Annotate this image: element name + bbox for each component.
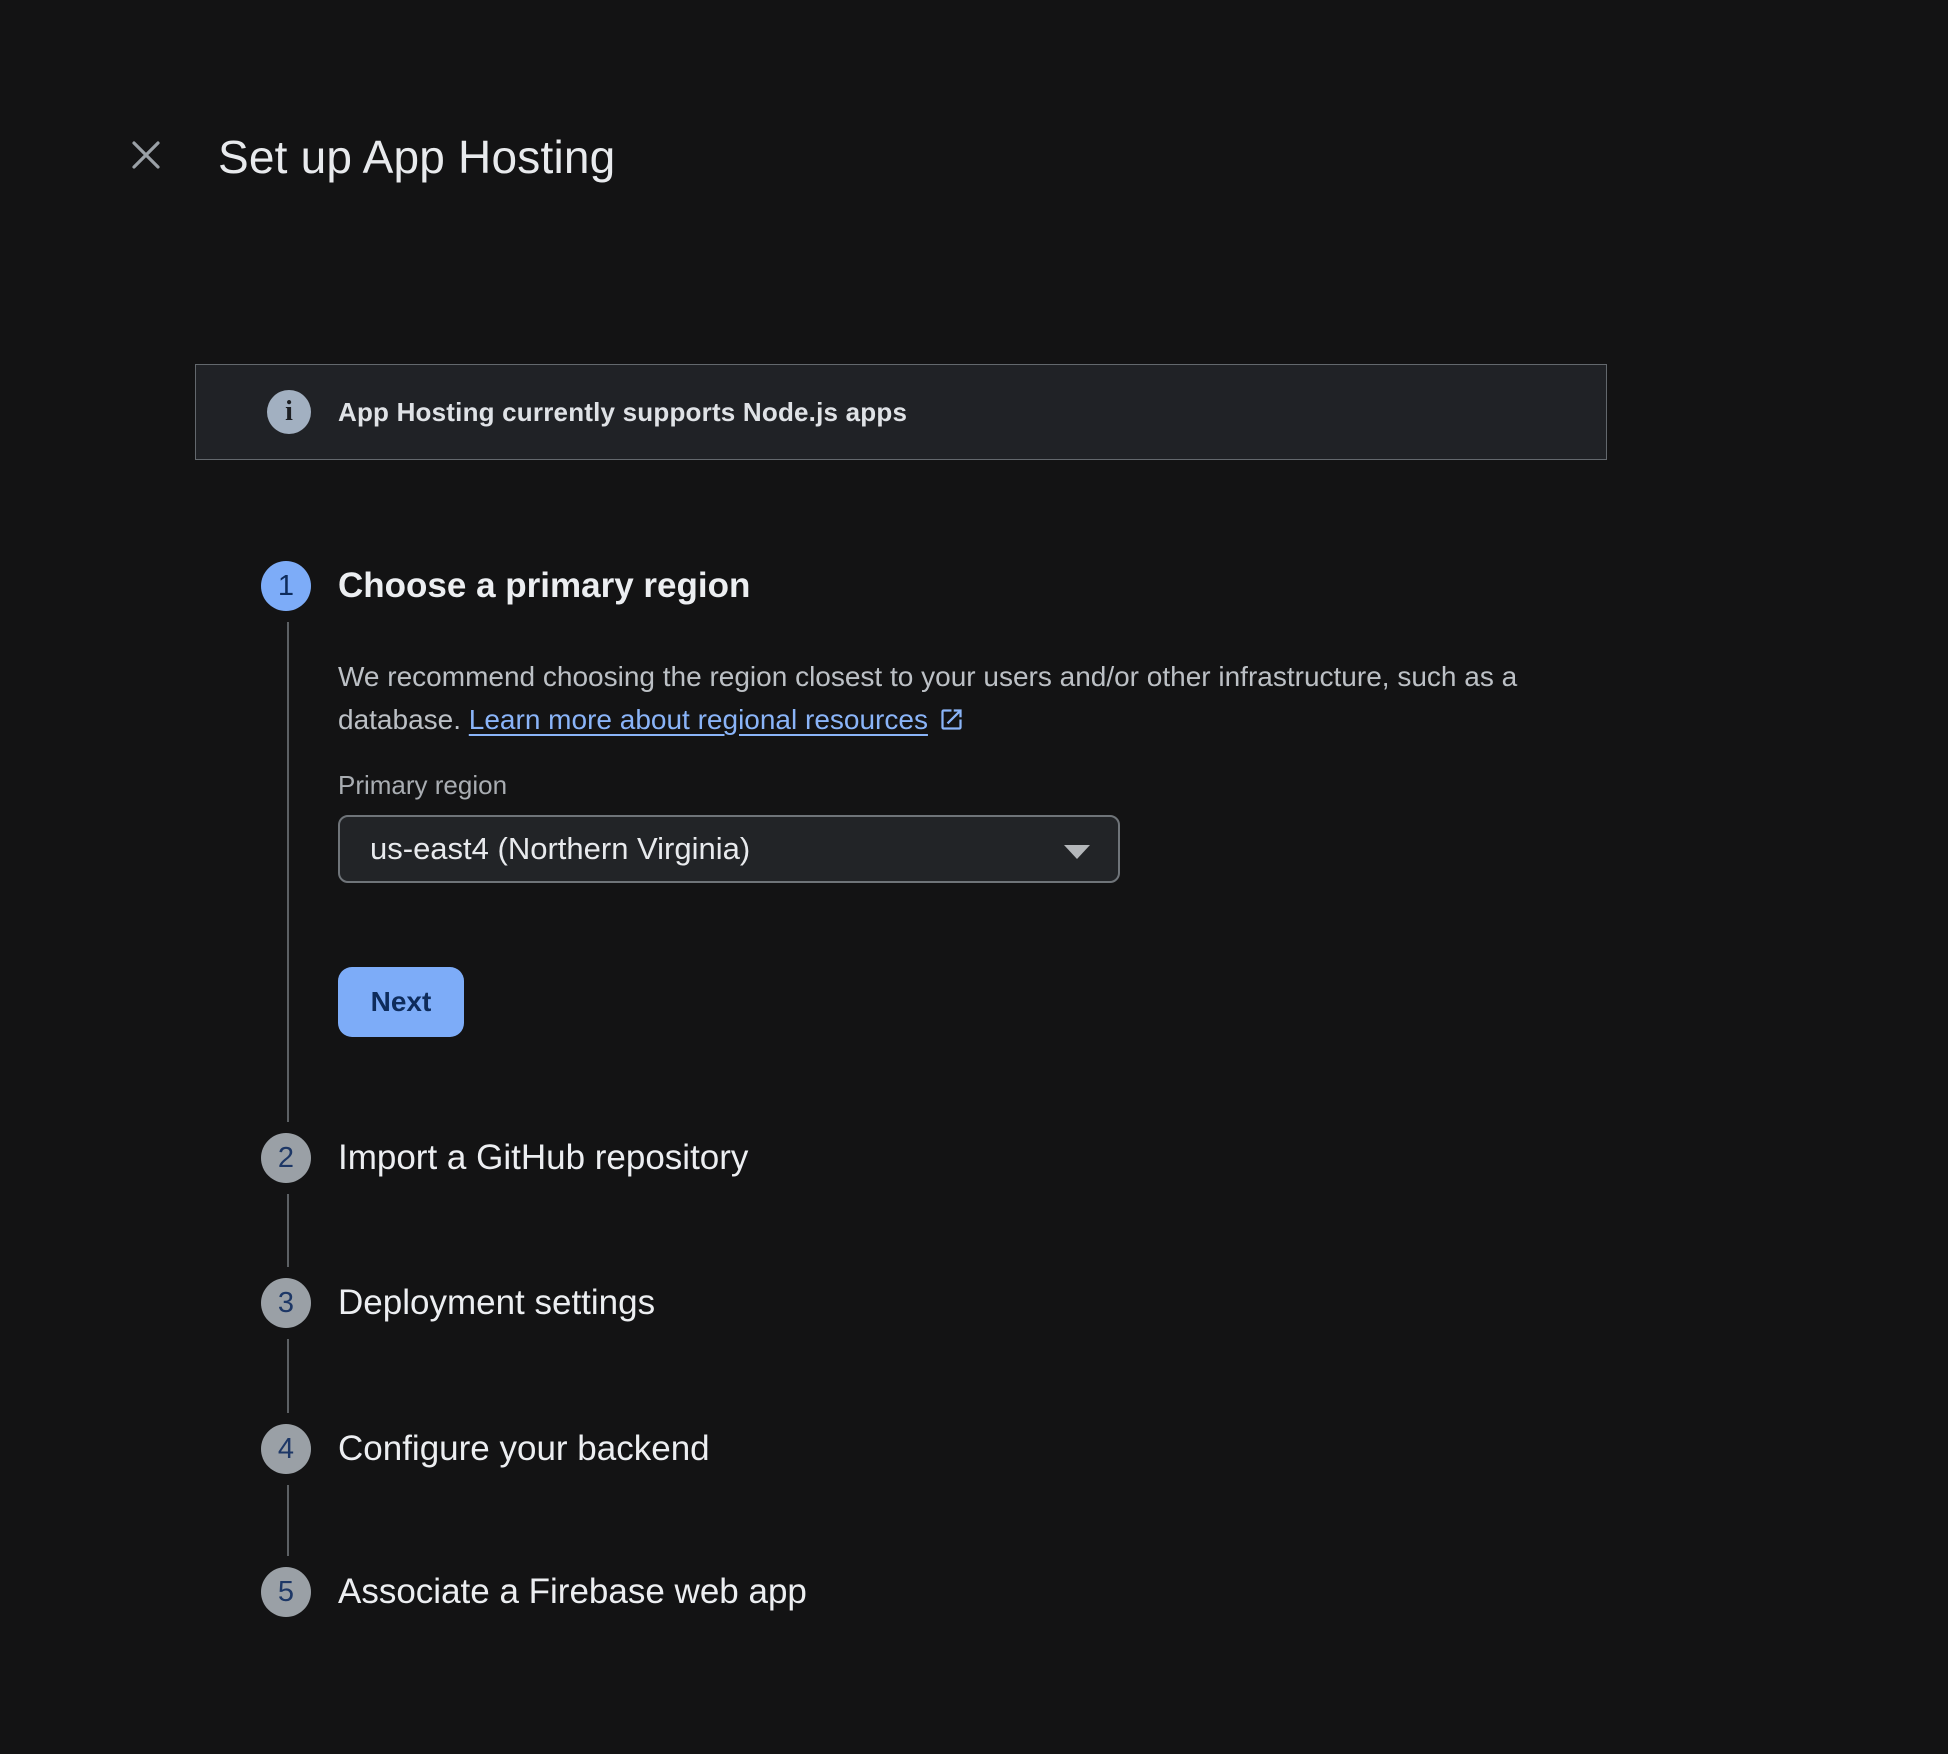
dialog-header: Set up App Hosting xyxy=(124,130,615,184)
primary-region-select[interactable]: us-east4 (Northern Virginia) xyxy=(338,815,1120,883)
step-connector-4-5 xyxy=(287,1485,289,1556)
step-3-indicator: 3 xyxy=(261,1278,311,1328)
info-banner: i App Hosting currently supports Node.js… xyxy=(195,364,1607,460)
step-connector-1-2 xyxy=(287,622,289,1122)
step-5-indicator: 5 xyxy=(261,1567,311,1617)
info-icon: i xyxy=(267,390,311,434)
external-link-icon xyxy=(938,702,965,745)
region-description: We recommend choosing the region closest… xyxy=(338,655,1543,745)
primary-region-label: Primary region xyxy=(338,770,507,801)
learn-more-link[interactable]: Learn more about regional resources xyxy=(469,704,965,735)
step-3-number: 3 xyxy=(278,1287,294,1320)
step-2-number: 2 xyxy=(278,1142,294,1175)
step-1-indicator: 1 xyxy=(261,561,311,611)
step-1-title: Choose a primary region xyxy=(338,561,750,611)
step-4-indicator: 4 xyxy=(261,1424,311,1474)
step-4-title: Configure your backend xyxy=(338,1424,710,1474)
close-button[interactable] xyxy=(124,135,168,179)
learn-more-link-label: Learn more about regional resources xyxy=(469,704,928,735)
step-3-title: Deployment settings xyxy=(338,1278,655,1328)
next-button[interactable]: Next xyxy=(338,967,464,1037)
step-4-number: 4 xyxy=(278,1433,294,1466)
step-2-title: Import a GitHub repository xyxy=(338,1133,748,1183)
dropdown-caret-icon xyxy=(1064,845,1090,859)
next-button-label: Next xyxy=(371,986,432,1018)
step-1-number: 1 xyxy=(278,570,294,603)
close-icon xyxy=(128,137,164,178)
step-connector-3-4 xyxy=(287,1339,289,1413)
step-connector-2-3 xyxy=(287,1194,289,1267)
page-title: Set up App Hosting xyxy=(218,130,615,184)
info-banner-text: App Hosting currently supports Node.js a… xyxy=(338,397,907,428)
step-5-title: Associate a Firebase web app xyxy=(338,1567,807,1617)
step-5-number: 5 xyxy=(278,1576,294,1609)
step-2-indicator: 2 xyxy=(261,1133,311,1183)
primary-region-selected-value: us-east4 (Northern Virginia) xyxy=(370,831,750,867)
